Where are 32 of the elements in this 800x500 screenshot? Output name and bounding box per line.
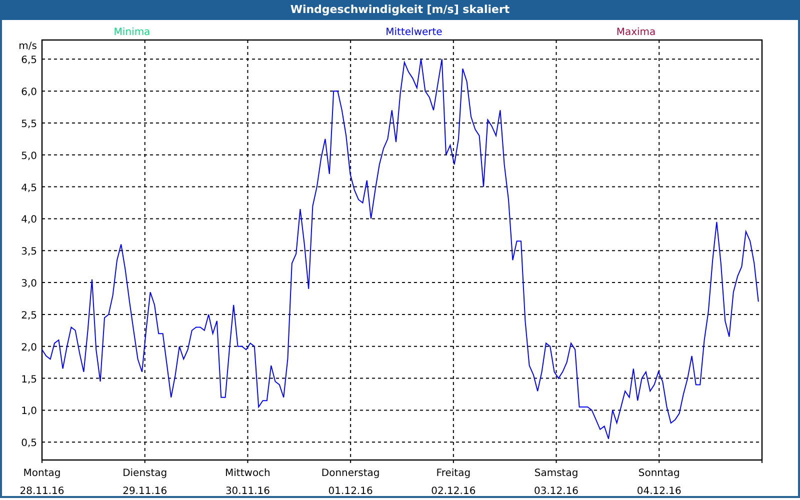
y-tick-label: 6,0 [21,87,37,98]
day-label: Mittwoch [225,468,270,479]
y-tick-label: 0,5 [21,438,37,450]
day-label: Samstag [534,468,578,479]
y-tick-label: 4,5 [21,182,37,194]
date-label: 28.11.16 [20,486,64,497]
y-tick-label: 2,5 [21,310,37,322]
legend-label: Mittelwerte [386,27,442,38]
y-tick-label: 2,0 [21,342,37,354]
date-label: 30.11.16 [225,486,270,497]
day-label: Sonntag [638,468,680,479]
day-label: Donnerstag [321,468,380,479]
date-label: 29.11.16 [122,486,168,497]
window-title: Windgeschwindigkeit [m/s] skaliert [0,0,800,20]
date-label: 03.12.16 [534,486,579,497]
legend-label: Minima [114,27,150,38]
y-tick-label: 5,5 [21,118,37,130]
date-label: 01.12.16 [328,486,373,497]
y-tick-label: 1,5 [21,374,37,386]
y-tick-label: 3,0 [21,278,37,290]
day-label: Freitag [436,468,471,479]
y-tick-label: 3,5 [21,246,37,258]
date-label: 02.12.16 [431,486,476,497]
y-tick-label: 4,0 [21,214,37,226]
day-label: Montag [23,468,61,479]
date-label: 04.12.16 [636,486,682,497]
axis-unit-label: m/s [18,41,37,52]
y-tick-label: 1,0 [21,406,37,418]
day-label: Dienstag [122,468,168,479]
y-tick-label: 6,5 [21,55,37,66]
legend-label: Maxima [616,27,656,38]
y-tick-label: 5,0 [21,150,37,162]
